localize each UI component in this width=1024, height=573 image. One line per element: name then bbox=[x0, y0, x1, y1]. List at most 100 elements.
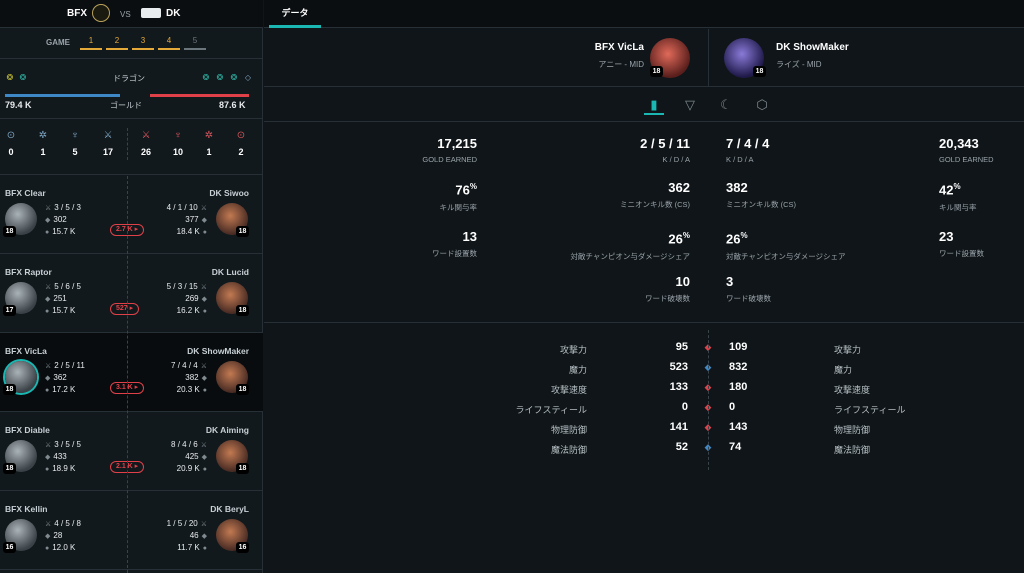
attr-right-value: 74 bbox=[729, 441, 742, 453]
blue-cs: ◆ 362 bbox=[45, 373, 67, 382]
left-dmg: 26% bbox=[668, 231, 690, 247]
baron-icon: ♆ bbox=[71, 130, 79, 141]
game-tab-5[interactable]: 5 bbox=[184, 36, 206, 50]
divider bbox=[0, 58, 263, 59]
red-cs: 46 ◆ bbox=[189, 531, 207, 540]
blue-player-name: BFX Kellin bbox=[5, 504, 48, 514]
right-dmg: 26% bbox=[726, 231, 748, 247]
red-cs: 269 ◆ bbox=[185, 294, 207, 303]
turret-icon: ⊙ bbox=[236, 130, 246, 141]
minion-icon: ◆ bbox=[45, 454, 51, 461]
red-cs: 377 ◆ bbox=[185, 215, 207, 224]
defense-icon[interactable]: ⬡ bbox=[752, 95, 772, 115]
wards-label: ワード設置数 bbox=[939, 249, 984, 258]
stats-grid: 17,215 GOLD EARNED 2 / 5 / 11 K / D / A … bbox=[264, 122, 1024, 322]
minion-label: ミニオンキル数 (CS) bbox=[620, 200, 690, 209]
gold-icon: ● bbox=[202, 466, 207, 473]
game-tab-1[interactable]: 1 bbox=[80, 36, 102, 50]
damage-icon[interactable]: ☾ bbox=[716, 95, 736, 115]
blue-player-level: 18 bbox=[3, 384, 16, 395]
player-row[interactable]: BFX Kellin 16 ⚔ 4 / 5 / 8 ◆ 28 ● 12.0 K DK … bbox=[0, 491, 263, 570]
gold-icon: ● bbox=[202, 229, 207, 236]
team-red-logo bbox=[141, 8, 161, 18]
blue-player-level: 18 bbox=[3, 226, 16, 237]
team-blue-name: BFX bbox=[67, 8, 87, 19]
player-row[interactable]: BFX Clear 18 ⚔ 3 / 5 / 3 ◆ 302 ● 15.7 K DK … bbox=[0, 175, 263, 254]
divider bbox=[708, 29, 709, 86]
left-player-name: BFX VicLa bbox=[594, 42, 644, 53]
blue-gold: ● 17.2 K bbox=[45, 385, 76, 394]
attr-label-right: ライフスティール bbox=[834, 405, 906, 415]
team-blue-logo bbox=[92, 4, 110, 22]
gold-label: ゴールド bbox=[110, 101, 142, 110]
minion-icon: ◆ bbox=[45, 217, 51, 224]
team-red-name: DK bbox=[166, 8, 181, 19]
divider bbox=[264, 322, 1024, 323]
right-player-name: DK ShowMaker bbox=[776, 42, 849, 53]
gold-earned-label: GOLD EARNED bbox=[939, 155, 994, 164]
attr-label-right: 攻撃力 bbox=[834, 345, 862, 355]
red-player-name: DK Siwoo bbox=[209, 188, 249, 198]
right-player-sub: ライズ - MID bbox=[776, 60, 822, 69]
player-row[interactable]: BFX Diable 18 ⚔ 3 / 5 / 5 ◆ 433 ● 18.9 K DK… bbox=[0, 412, 263, 491]
red-player-level: 18 bbox=[236, 384, 249, 395]
divider bbox=[708, 330, 709, 470]
player-row[interactable]: BFX VicLa 18 ⚔ 2 / 5 / 11 ◆ 362 ● 17.2 K DK… bbox=[0, 333, 263, 412]
ward-kills-label: ワード破壊数 bbox=[726, 294, 771, 303]
blue-gold: ● 18.9 K bbox=[45, 464, 76, 473]
attr-left-value: 141 bbox=[669, 421, 688, 433]
player-row[interactable]: BFX Raptor 17 ⚔ 5 / 6 / 5 ◆ 251 ● 15.7 K DK… bbox=[0, 254, 263, 333]
blue-player-name: BFX Clear bbox=[5, 188, 46, 198]
attr-label-left: 魔力 bbox=[568, 365, 587, 375]
attr-right-value: 109 bbox=[729, 341, 748, 353]
dragon-icon: ❂ bbox=[202, 73, 210, 82]
attr-right-value: 143 bbox=[729, 421, 748, 433]
right-kp: 42% bbox=[939, 182, 961, 198]
blue-player-name: BFX Raptor bbox=[5, 267, 52, 277]
blue-kda: ⚔ 4 / 5 / 8 bbox=[45, 519, 81, 528]
attr-left-value: 95 bbox=[675, 341, 688, 353]
red-gold: 18.4 K ● bbox=[176, 227, 207, 236]
blue-kda: ⚔ 2 / 5 / 11 bbox=[45, 361, 85, 370]
red-player-level: 16 bbox=[236, 542, 249, 553]
minion-icon: ◆ bbox=[201, 217, 207, 224]
dragon-icon: ❂ bbox=[19, 73, 27, 82]
vision-icon[interactable]: ▽ bbox=[680, 95, 700, 115]
sword-icon: ⚔ bbox=[45, 284, 52, 291]
blue-barons: 5 bbox=[72, 147, 78, 157]
red-gold: 11.7 K ● bbox=[177, 543, 207, 552]
sword-icon: ⚔ bbox=[45, 205, 52, 212]
attr-label-left: ライフスティール bbox=[515, 405, 587, 415]
minion-icon: ◆ bbox=[201, 375, 207, 382]
red-player-name: DK ShowMaker bbox=[187, 346, 249, 356]
ward-kills-label: ワード破壊数 bbox=[645, 294, 690, 303]
gold-blue-value: 79.4 K bbox=[5, 100, 32, 110]
tab-data[interactable]: データ bbox=[269, 0, 321, 28]
sword-icon: ⚔ bbox=[200, 205, 207, 212]
blue-gold: ● 15.7 K bbox=[45, 306, 76, 315]
sword-icon: ⚔ bbox=[200, 442, 207, 449]
left-ward-kills: 10 bbox=[675, 274, 690, 289]
kda-label: K / D / A bbox=[726, 155, 754, 164]
right-player-level: 18 bbox=[753, 66, 766, 77]
red-kda: 5 / 3 / 15 ⚔ bbox=[166, 282, 207, 291]
game-tab-4[interactable]: 4 bbox=[158, 36, 180, 50]
attr-right-value: 180 bbox=[729, 381, 748, 393]
game-tab-3[interactable]: 3 bbox=[132, 36, 154, 50]
right-cs: 382 bbox=[726, 180, 748, 195]
minion-icon: ◆ bbox=[201, 533, 207, 540]
gold-icon: ● bbox=[45, 308, 50, 315]
gold-icon: ● bbox=[202, 308, 207, 315]
red-cs: 382 ◆ bbox=[185, 373, 207, 382]
blue-cs: ◆ 28 bbox=[45, 531, 63, 540]
kda-label: K / D / A bbox=[662, 155, 690, 164]
red-kills: 26 bbox=[140, 147, 151, 157]
attr-label-left: 物理防御 bbox=[550, 425, 587, 435]
red-turrets: 2 bbox=[238, 147, 244, 157]
dragon-icon: ❂ bbox=[216, 73, 224, 82]
dragon-label: ドラゴン bbox=[113, 74, 145, 83]
minion-icon: ◆ bbox=[201, 296, 207, 303]
game-tab-2[interactable]: 2 bbox=[106, 36, 128, 50]
bar-chart-icon[interactable]: ▮ bbox=[644, 95, 664, 115]
blue-gold: ● 15.7 K bbox=[45, 227, 76, 236]
